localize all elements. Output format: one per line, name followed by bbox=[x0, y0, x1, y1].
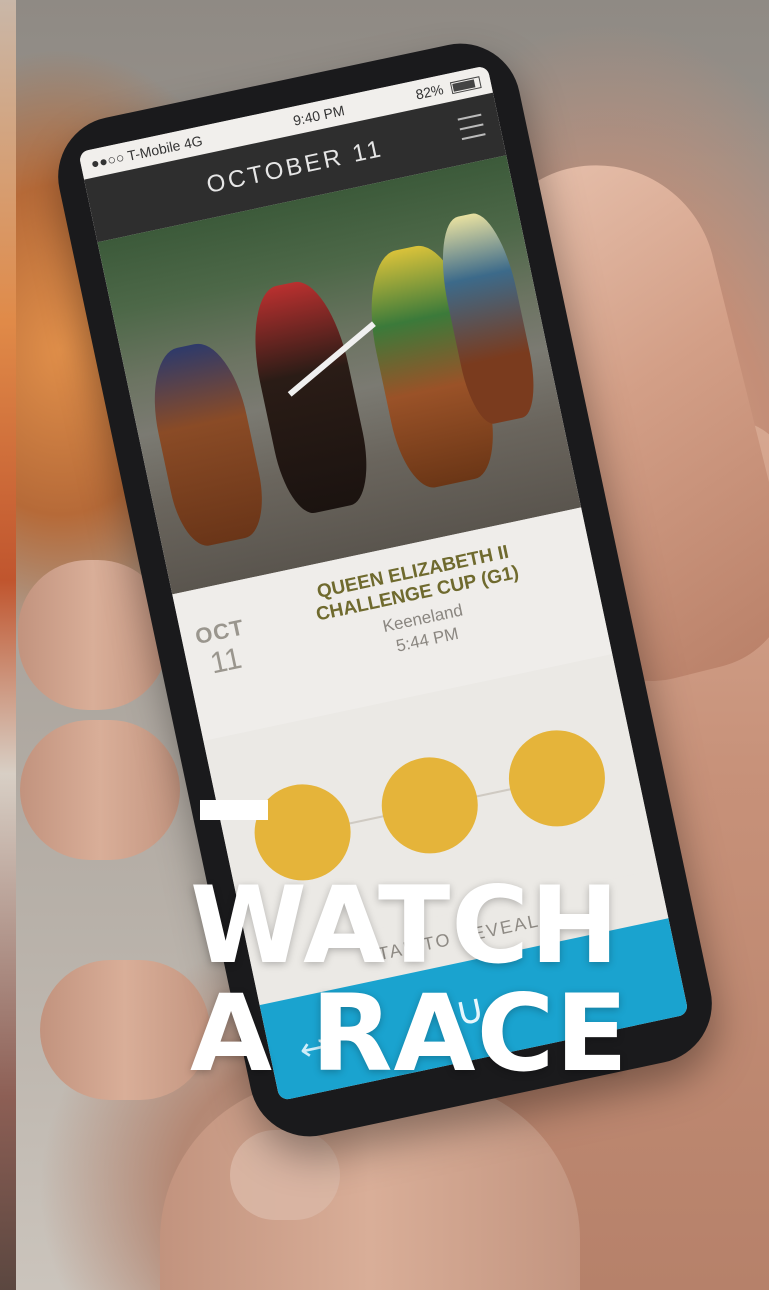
left-edge-strip bbox=[0, 0, 16, 1290]
headline: WATCH A RACE bbox=[190, 872, 750, 1088]
horse-figure bbox=[241, 274, 378, 519]
battery-icon bbox=[449, 76, 482, 95]
step-circle-3[interactable] bbox=[499, 721, 614, 836]
step-circle-2[interactable] bbox=[372, 748, 487, 863]
photo-scene: ●●○○ T-Mobile 4G 9:40 PM 82% OCTOBER 11 bbox=[0, 0, 769, 1290]
menu-icon[interactable] bbox=[457, 113, 486, 141]
horse-figure bbox=[141, 336, 272, 552]
thumb-nail bbox=[230, 1130, 340, 1220]
race-date: OCT 11 bbox=[193, 614, 254, 683]
battery-text: 82% bbox=[414, 81, 445, 103]
headline-dash bbox=[200, 800, 268, 820]
finger-2 bbox=[20, 720, 180, 860]
finger-3 bbox=[40, 960, 210, 1100]
headline-line-1: WATCH bbox=[190, 864, 620, 987]
headline-line-2: A RACE bbox=[190, 972, 629, 1095]
